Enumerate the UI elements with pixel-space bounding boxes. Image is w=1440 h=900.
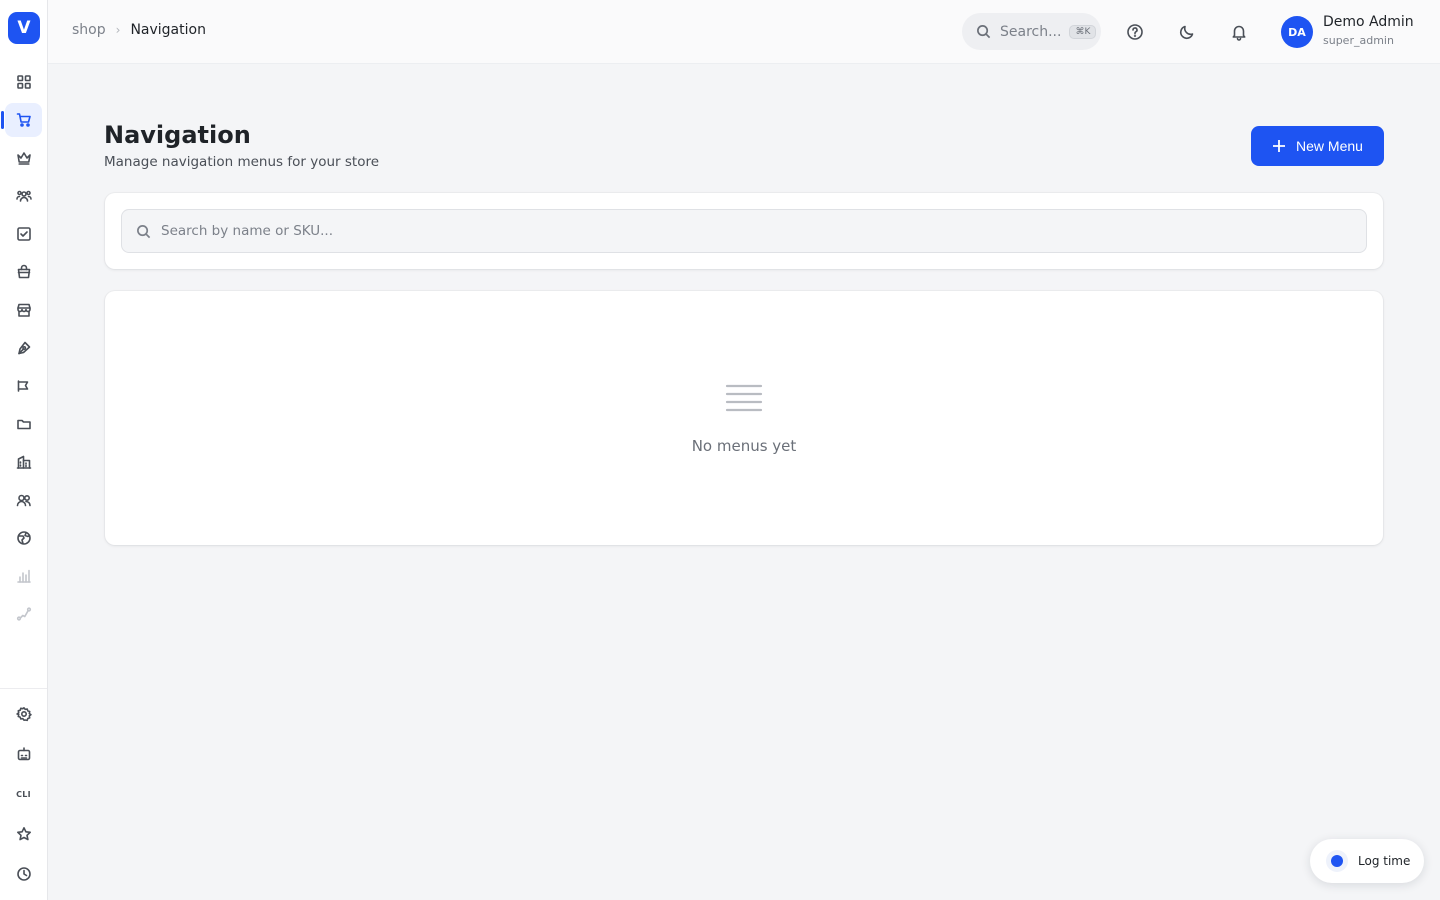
sidebar-item-analytics[interactable] — [5, 559, 42, 593]
timer-icon — [1326, 850, 1348, 872]
keyboard-shortcut-badge: ⌘K — [1069, 24, 1097, 39]
breadcrumb: shop › Navigation — [72, 22, 206, 38]
search-icon — [977, 25, 991, 39]
help-circle-icon — [1127, 24, 1143, 40]
crown-icon — [16, 152, 31, 165]
shopping-cart-icon — [16, 113, 31, 127]
log-time-button[interactable]: Log time — [1310, 839, 1424, 883]
pen-tool-icon — [17, 341, 30, 355]
page-subtitle: Manage navigation menus for your store — [104, 154, 380, 170]
avatar[interactable]: DA — [1281, 16, 1313, 48]
plus-icon — [1273, 140, 1286, 152]
sidebar-item-tasks[interactable] — [5, 217, 42, 251]
sidebar-item-design[interactable] — [5, 331, 42, 365]
sidebar-item-customers[interactable] — [5, 179, 42, 213]
sidebar-item-premium[interactable] — [5, 141, 42, 175]
globe-icon — [16, 531, 31, 545]
megaphone-icon — [17, 380, 28, 392]
users-group-icon — [15, 190, 32, 202]
sidebar-item-shop[interactable] — [1, 103, 42, 137]
sidebar-item-dashboard[interactable] — [5, 65, 42, 99]
global-search-button[interactable]: Search... ⌘K — [962, 13, 1101, 50]
sidebar-item-files[interactable] — [5, 407, 42, 441]
shopping-bag-icon — [17, 264, 30, 279]
empty-state-text: No menus yet — [691, 437, 797, 455]
empty-state-card: No menus yet — [105, 291, 1383, 545]
search-card — [105, 193, 1383, 269]
bar-chart-icon — [16, 569, 31, 583]
log-time-label: Log time — [1358, 854, 1411, 868]
sidebar-item-global[interactable] — [5, 521, 42, 555]
new-menu-button[interactable]: New Menu — [1251, 126, 1384, 166]
sidebar-item-company[interactable] — [5, 445, 42, 479]
building-icon — [16, 455, 31, 469]
storefront-icon — [16, 303, 31, 317]
clock-icon — [16, 867, 31, 881]
new-menu-button-label: New Menu — [1296, 138, 1363, 154]
help-button[interactable] — [1123, 20, 1147, 44]
menu-search-input[interactable] — [161, 223, 1341, 239]
search-icon — [137, 224, 151, 238]
star-icon — [16, 827, 31, 841]
checkbox-icon — [16, 227, 31, 241]
robot-icon — [17, 747, 30, 761]
theme-toggle-button[interactable] — [1175, 20, 1199, 44]
sidebar-item-automation[interactable] — [5, 737, 42, 771]
dashboard-grid-icon — [16, 75, 31, 89]
people-icon — [16, 494, 31, 507]
app-logo[interactable]: V — [8, 12, 40, 44]
menu-lines-icon — [725, 383, 763, 413]
topbar: shop › Navigation Search... ⌘K DA Demo A… — [48, 0, 1440, 64]
folder-icon — [16, 419, 31, 430]
cli-icon: CLI — [16, 789, 31, 799]
notifications-button[interactable] — [1227, 20, 1251, 44]
menu-search-field[interactable] — [121, 209, 1367, 253]
sidebar: V CLI — [0, 0, 48, 900]
route-icon — [16, 607, 31, 621]
sidebar-item-history[interactable] — [5, 857, 42, 891]
moon-icon — [1179, 25, 1194, 40]
sidebar-item-cli[interactable]: CLI — [5, 777, 42, 811]
settings-gear-icon — [15, 707, 32, 722]
sidebar-item-favorites[interactable] — [5, 817, 42, 851]
sidebar-item-marketing[interactable] — [5, 369, 42, 403]
sidebar-divider — [0, 688, 47, 689]
breadcrumb-current: Navigation — [130, 22, 206, 38]
breadcrumb-root-link[interactable]: shop — [72, 22, 106, 38]
sidebar-item-store[interactable] — [5, 293, 42, 327]
user-name[interactable]: Demo Admin — [1323, 14, 1414, 30]
user-role: super_admin — [1323, 34, 1394, 47]
global-search-placeholder: Search... — [1000, 23, 1062, 40]
sidebar-item-products[interactable] — [5, 255, 42, 289]
sidebar-item-routes[interactable] — [5, 597, 42, 631]
page-title: Navigation — [104, 121, 251, 149]
bell-icon — [1232, 25, 1246, 41]
chevron-right-icon: › — [115, 23, 121, 37]
sidebar-item-team[interactable] — [5, 483, 42, 517]
sidebar-item-settings[interactable] — [5, 697, 42, 731]
